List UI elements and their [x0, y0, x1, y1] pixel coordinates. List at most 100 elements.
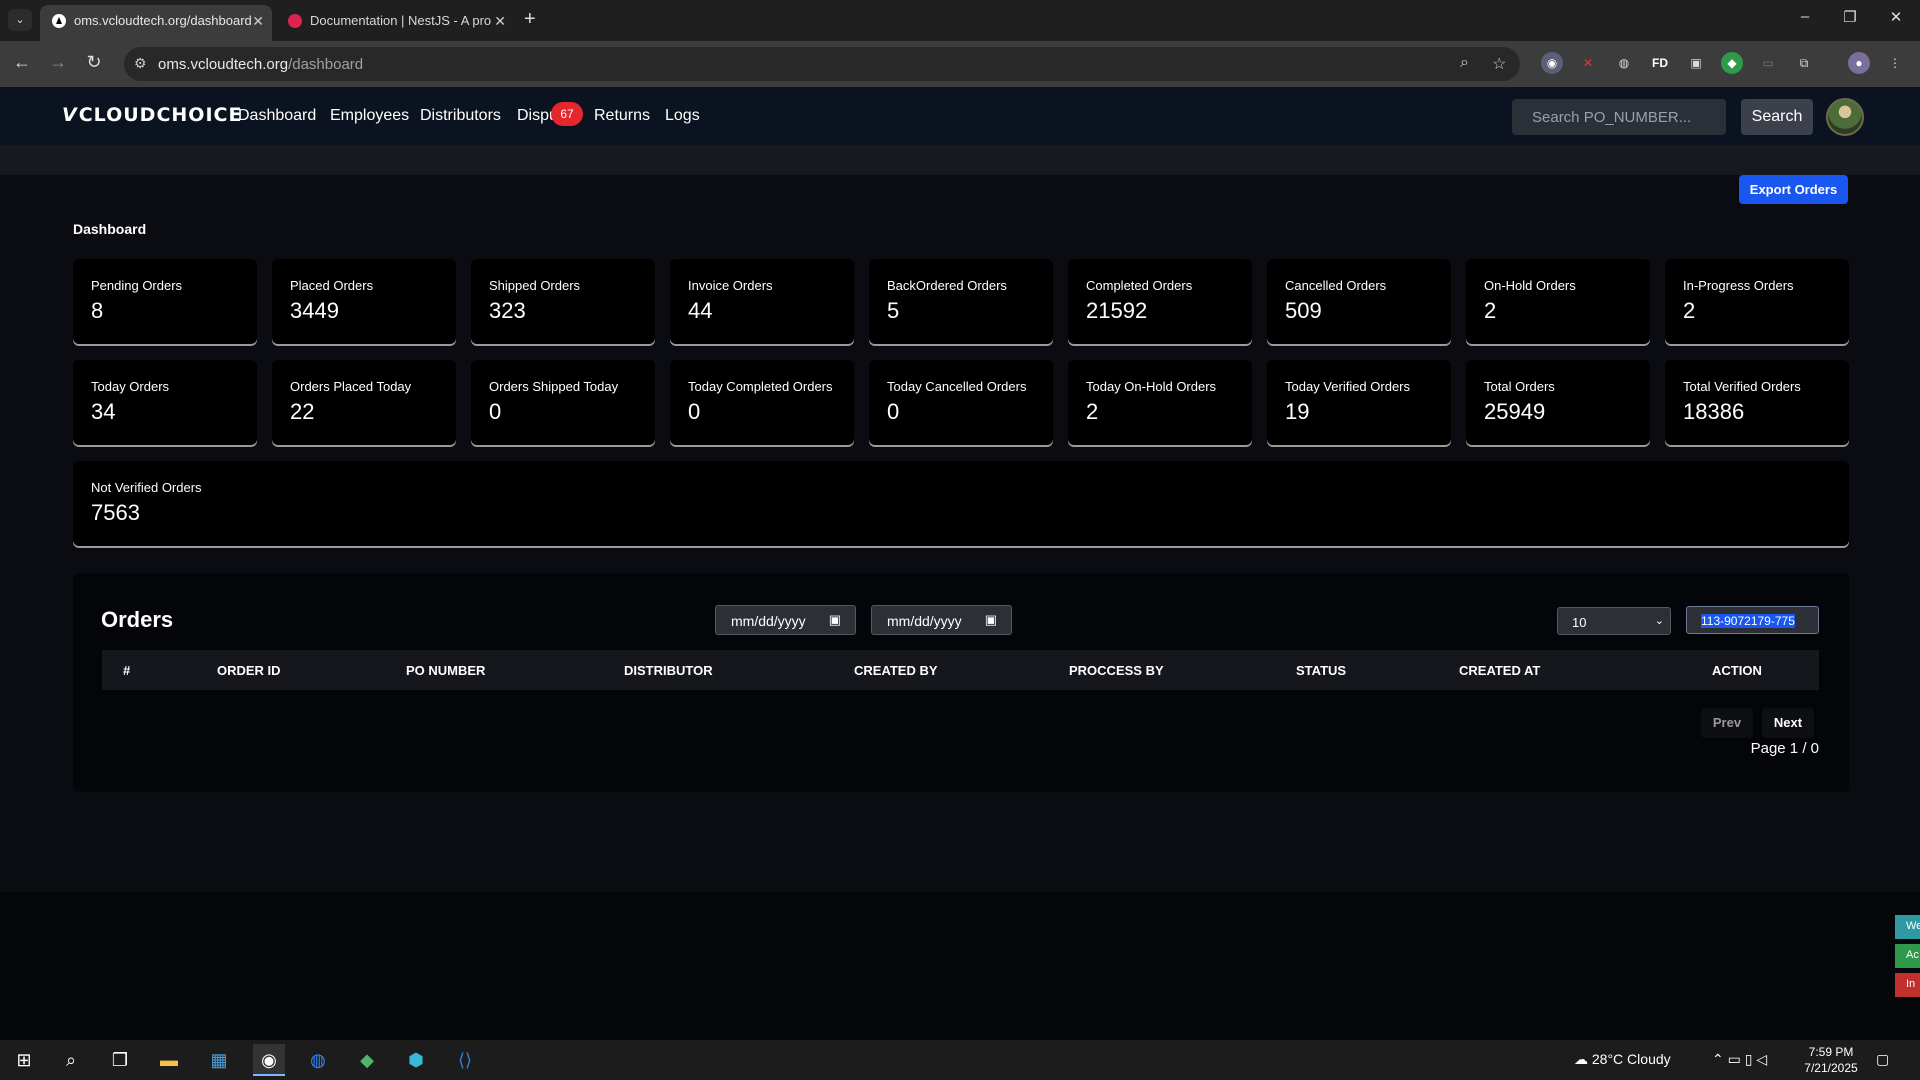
column-header[interactable]: #	[123, 663, 130, 678]
stat-value: 21592	[1086, 298, 1148, 323]
date-from-input[interactable]: mm/dd/yyyy ▣	[715, 605, 856, 635]
mongodb-compass-icon[interactable]: ◆	[351, 1044, 383, 1076]
stat-value: 19	[1285, 399, 1310, 424]
page-size-select[interactable]: 10 ⌄	[1557, 607, 1671, 635]
tab-title: Documentation | NestJS - A pro	[310, 13, 492, 28]
stat-label: Cancelled Orders	[1285, 278, 1387, 293]
stat-label: In-Progress Orders	[1683, 278, 1794, 293]
search-button[interactable]: Search	[1741, 99, 1813, 135]
not-verified-card: Not Verified Orders 7563	[73, 461, 1849, 546]
puzzle-icon[interactable]: ⧉	[1793, 52, 1815, 74]
stat-label: Orders Shipped Today	[489, 379, 619, 394]
globe-icon[interactable]: ◍	[1613, 52, 1635, 74]
app-icon[interactable]: ⬢	[400, 1044, 432, 1076]
close-icon[interactable]: ✕	[252, 5, 264, 37]
selected-search-text: 113-9072179-775	[1701, 614, 1795, 628]
weather-text: 28°C Cloudy	[1591, 1051, 1671, 1067]
prev-page-button[interactable]: Prev	[1701, 708, 1753, 738]
nav-dashboard[interactable]: Dashboard	[238, 107, 316, 125]
next-page-button[interactable]: Next	[1762, 708, 1814, 738]
fd-extension-icon[interactable]: FD	[1649, 52, 1671, 74]
profile-icon[interactable]: ●	[1848, 52, 1870, 74]
site-info-icon[interactable]: ⚙	[134, 55, 147, 72]
date-placeholder: mm/dd/yyyy	[887, 613, 962, 629]
date-to-input[interactable]: mm/dd/yyyy ▣	[871, 605, 1012, 635]
tab-nestjs-docs[interactable]: Documentation | NestJS - A pro ✕	[276, 5, 514, 41]
search-icon[interactable]: ⌕	[55, 1044, 87, 1076]
tab-search-button[interactable]: ⌄	[8, 9, 32, 31]
taskbar-clock[interactable]: 7:59 PM 7/21/2025	[1795, 1044, 1867, 1076]
column-header[interactable]: CREATED BY	[854, 663, 938, 678]
minimize-icon[interactable]: –	[1793, 8, 1817, 25]
tab-title: oms.vcloudtech.org/dashboard	[74, 13, 252, 28]
calendar-icon[interactable]: ▣	[829, 612, 841, 628]
nav-distributors[interactable]: Distributors	[420, 107, 501, 125]
close-icon[interactable]: ✕	[494, 5, 506, 37]
column-header[interactable]: CREATED AT	[1459, 663, 1540, 678]
zoom-icon[interactable]: ⌕	[1460, 54, 1469, 72]
browser-toolbar: ← → ↻ ⚙ oms.vcloudtech.org/dashboard ⌕ ☆…	[0, 41, 1920, 87]
nav-returns[interactable]: Returns	[594, 107, 650, 125]
column-header[interactable]: ACTION	[1712, 663, 1762, 678]
stat-card: In-Progress Orders 2	[1665, 259, 1849, 344]
notification-icon[interactable]: ▢	[1876, 1051, 1889, 1068]
image-extension-icon[interactable]: ▣	[1685, 52, 1707, 74]
address-bar[interactable]: ⚙ oms.vcloudtech.org/dashboard ⌕ ☆	[124, 47, 1520, 81]
nestjs-favicon-icon	[288, 14, 302, 28]
order-search-input[interactable]: 113-9072179-775	[1686, 606, 1819, 634]
glasses-icon[interactable]: ◉	[1541, 52, 1563, 74]
restore-icon[interactable]: ❐	[1838, 8, 1862, 26]
stat-value: 0	[688, 399, 701, 424]
calendar-icon[interactable]: ▣	[985, 612, 997, 628]
column-header[interactable]: PROCCESS BY	[1069, 663, 1164, 678]
stat-value: 18386	[1683, 399, 1745, 424]
side-tab-ac[interactable]: Ac	[1895, 944, 1920, 968]
stat-label: Completed Orders	[1086, 278, 1193, 293]
window-close-icon[interactable]: ✕	[1884, 8, 1908, 26]
column-header[interactable]: PO NUMBER	[406, 663, 485, 678]
tab-dashboard[interactable]: oms.vcloudtech.org/dashboard ✕	[40, 5, 272, 41]
screen-icon[interactable]: ▭	[1757, 52, 1779, 74]
chrome-icon[interactable]: ◉	[253, 1044, 285, 1076]
column-header[interactable]: STATUS	[1296, 663, 1346, 678]
stat-card: Today Orders 34	[73, 360, 257, 445]
export-orders-button[interactable]: Export Orders	[1739, 175, 1848, 204]
store-icon[interactable]: ▦	[203, 1044, 235, 1076]
new-tab-button[interactable]: +	[524, 8, 536, 31]
file-explorer-icon[interactable]: ▬	[153, 1044, 185, 1076]
vscode-icon[interactable]: ⟨⟩	[449, 1044, 481, 1076]
stat-card: On-Hold Orders 2	[1466, 259, 1650, 344]
stat-label: Pending Orders	[91, 278, 183, 293]
weather-widget[interactable]: ☁ 28°C Cloudy	[1574, 1051, 1671, 1068]
stat-card: Invoice Orders 44	[670, 259, 854, 344]
shield-icon[interactable]: ◆	[1721, 52, 1743, 74]
cloudchoice-logo[interactable]: VCLOUDCHOICE	[62, 104, 242, 126]
date: 7/21/2025	[1804, 1061, 1858, 1075]
side-tab-in[interactable]: In	[1895, 973, 1920, 997]
zoom-app-icon[interactable]: ◍	[302, 1044, 334, 1076]
column-header[interactable]: DISTRIBUTOR	[624, 663, 713, 678]
windows-start-icon[interactable]: ⊞	[8, 1044, 40, 1076]
x-extension-icon[interactable]: ✕	[1577, 52, 1599, 74]
back-arrow-icon[interactable]: ←	[10, 52, 34, 73]
nav-logs[interactable]: Logs	[665, 107, 700, 125]
stat-card: Today On-Hold Orders 2	[1068, 360, 1252, 445]
stat-label: Today On-Hold Orders	[1086, 379, 1217, 394]
reload-icon[interactable]: ↻	[82, 52, 106, 73]
tray-icons[interactable]: ⌃ ▭ ▯ ◁	[1712, 1051, 1767, 1068]
task-view-icon[interactable]: ❐	[104, 1044, 136, 1076]
user-avatar[interactable]	[1826, 98, 1864, 136]
side-tab-we[interactable]: We	[1895, 915, 1920, 939]
stat-card: Today Cancelled Orders 0	[869, 360, 1053, 445]
column-header[interactable]: ORDER ID	[217, 663, 281, 678]
stat-label: Today Orders	[91, 379, 170, 394]
po-number-search-input[interactable]	[1512, 99, 1726, 135]
chevron-down-icon: ⌄	[1654, 615, 1664, 627]
stat-value: 5	[887, 298, 900, 323]
nav-employees[interactable]: Employees	[330, 107, 409, 125]
site-favicon-icon	[52, 14, 66, 28]
orders-panel: Orders mm/dd/yyyy ▣ mm/dd/yyyy ▣ 10 ⌄ 11…	[73, 573, 1849, 792]
menu-icon[interactable]: ⋮	[1884, 52, 1906, 74]
forward-arrow-icon[interactable]: →	[46, 52, 70, 73]
bookmark-star-icon[interactable]: ☆	[1492, 54, 1506, 74]
